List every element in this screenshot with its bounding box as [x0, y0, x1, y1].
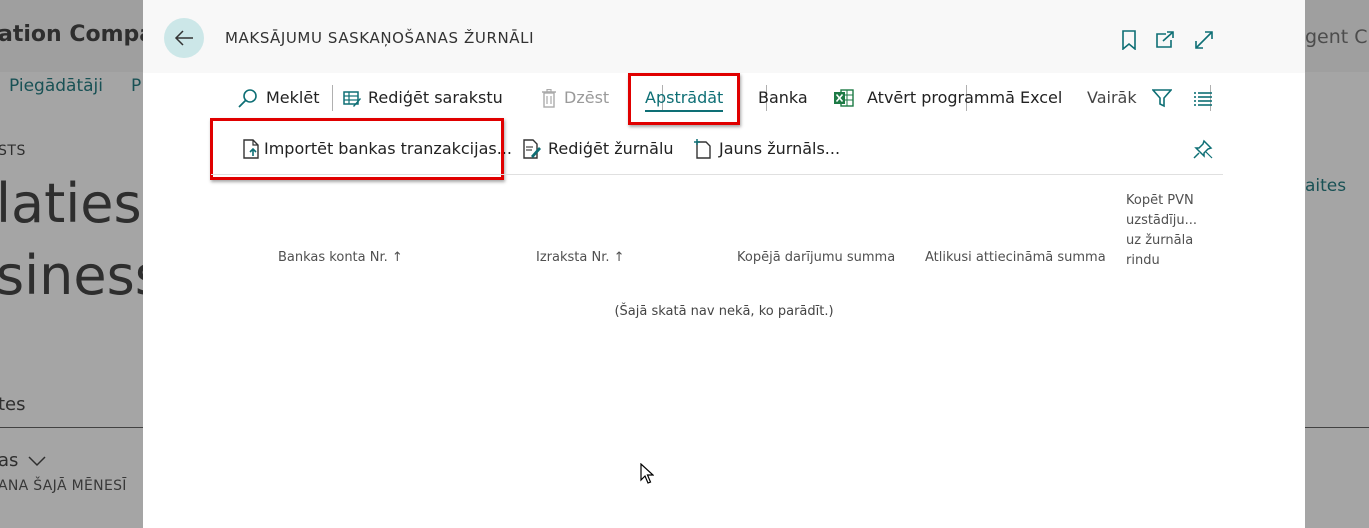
open-in-new-window-icon[interactable]	[1154, 29, 1176, 51]
filter-button[interactable]	[1152, 88, 1172, 108]
bookmark-icon[interactable]	[1118, 29, 1140, 51]
list-view-icon	[1194, 92, 1212, 106]
filter-icon	[1152, 89, 1172, 108]
column-header-copy-vat[interactable]: Kopēt PVN uzstādīju... uz žurnāla rindu	[1126, 191, 1197, 271]
pin-icon	[1193, 139, 1213, 159]
column-header-copy-vat-line: rindu	[1126, 253, 1160, 268]
action-bar-divider	[211, 174, 1223, 175]
edit-list-label: Rediģēt sarakstu	[368, 88, 503, 107]
mouse-cursor-icon	[640, 463, 654, 484]
trash-icon	[542, 88, 556, 108]
journals-dialog: MAKSĀJUMU SASKAŅOŠANAS ŽURNĀLI Meklēt Re…	[143, 0, 1305, 528]
sort-ascending-icon: ↑	[391, 250, 403, 265]
delete-label: Dzēst	[564, 88, 610, 107]
search-label: Meklēt	[266, 88, 320, 107]
search-button[interactable]: Meklēt	[237, 88, 319, 108]
highlight-box-process	[628, 73, 740, 125]
more-label: Vairāk	[1087, 88, 1137, 107]
edit-list-button[interactable]: Rediģēt sarakstu	[343, 88, 503, 108]
edit-journal-label: Rediģēt žurnālu	[548, 139, 674, 158]
back-button[interactable]	[164, 18, 204, 58]
action-separator	[332, 85, 333, 111]
sort-ascending-icon: ↑	[613, 250, 625, 265]
column-header-copy-vat-line: uzstādīju...	[1126, 213, 1198, 228]
list-view-button[interactable]	[1194, 91, 1212, 107]
new-document-icon	[694, 139, 711, 159]
edit-list-icon	[343, 91, 361, 107]
delete-button[interactable]: Dzēst	[541, 88, 609, 108]
column-header-statement[interactable]: Izraksta Nr. ↑	[536, 248, 625, 268]
more-button[interactable]: Vairāk	[1087, 88, 1137, 108]
excel-icon	[834, 89, 854, 107]
column-header-remaining-amount[interactable]: Atlikusi attiecināmā summa	[925, 248, 1106, 268]
edit-journal-icon	[523, 139, 541, 159]
column-header-total-amount[interactable]: Kopējā darījumu summa	[737, 248, 895, 268]
search-icon	[238, 89, 257, 108]
empty-list-message: (Šajā skatā nav nekā, ko parādīt.)	[614, 304, 834, 319]
column-header-copy-vat-line: uz žurnāla	[1126, 233, 1194, 248]
column-header-statement-label: Izraksta Nr.	[536, 250, 610, 265]
tab-bank[interactable]: Banka	[758, 88, 808, 108]
arrow-left-icon	[174, 30, 193, 46]
column-header-copy-vat-line: Kopēt PVN	[1126, 193, 1194, 208]
dialog-header: MAKSĀJUMU SASKAŅOŠANAS ŽURNĀLI	[143, 0, 1305, 73]
bank-label: Banka	[758, 88, 808, 107]
column-header-bank-account-label: Bankas konta Nr.	[278, 250, 388, 265]
edit-journal-button[interactable]: Rediģēt žurnālu	[523, 139, 674, 159]
dialog-title: MAKSĀJUMU SASKAŅOŠANAS ŽURNĀLI	[225, 29, 535, 47]
new-journal-button[interactable]: Jauns žurnāls...	[694, 139, 840, 159]
expand-icon[interactable]	[1193, 29, 1215, 51]
column-header-bank-account[interactable]: Bankas konta Nr. ↑	[278, 248, 403, 268]
new-journal-label: Jauns žurnāls...	[719, 139, 841, 158]
pin-action-bar-button[interactable]	[1193, 139, 1213, 159]
open-in-excel-button[interactable]: Atvērt programmā Excel	[834, 88, 1062, 108]
highlight-box-import	[210, 118, 504, 180]
open-in-excel-label: Atvērt programmā Excel	[867, 88, 1063, 107]
